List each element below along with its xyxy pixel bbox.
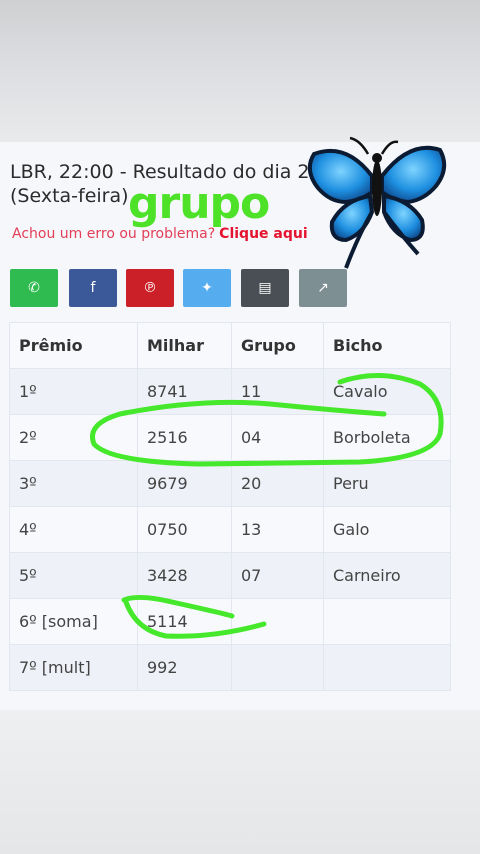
header-bicho: Bicho	[323, 322, 451, 369]
overlay-grupo-text: grupo	[128, 178, 270, 229]
header-milhar: Milhar	[137, 322, 232, 369]
facebook-icon: f	[90, 280, 96, 296]
table-row: 3º 9679 20 Peru	[9, 460, 451, 507]
cell-grupo: 13	[231, 506, 324, 553]
share-button[interactable]: ↗	[299, 269, 347, 307]
cell-milhar: 5114	[137, 598, 232, 645]
report-error-link[interactable]: Clique aqui	[219, 226, 307, 242]
cell-premio: 5º	[9, 552, 138, 599]
whatsapp-share-button[interactable]: ✆	[10, 269, 58, 307]
results-table: Prêmio Milhar Grupo Bicho 1º 8741 11 Cav…	[9, 322, 451, 691]
table-row: 2º 2516 04 Borboleta	[9, 414, 451, 461]
table-row: 5º 3428 07 Carneiro	[9, 552, 451, 599]
pinterest-share-button[interactable]: ℗	[126, 269, 174, 307]
print-button[interactable]: ▤	[241, 269, 289, 307]
report-error-line: Achou um erro ou problema? Clique aqui	[12, 226, 308, 242]
cell-bicho	[323, 598, 451, 645]
cell-bicho: Galo	[323, 506, 451, 553]
cell-premio: 7º [mult]	[9, 644, 138, 691]
facebook-share-button[interactable]: f	[69, 269, 117, 307]
header-premio: Prêmio	[9, 322, 138, 369]
cell-premio: 4º	[9, 506, 138, 553]
share-icon: ↗	[317, 280, 329, 296]
whatsapp-icon: ✆	[28, 280, 40, 296]
cell-grupo	[231, 644, 324, 691]
table-row: 4º 0750 13 Galo	[9, 506, 451, 553]
cell-milhar: 3428	[137, 552, 232, 599]
report-error-text: Achou um erro ou problema?	[12, 226, 216, 242]
cell-bicho: Borboleta	[323, 414, 451, 461]
cell-premio: 1º	[9, 368, 138, 415]
table-header-row: Prêmio Milhar Grupo Bicho	[9, 322, 451, 369]
cell-milhar: 992	[137, 644, 232, 691]
table-row: 6º [soma] 5114	[9, 598, 451, 645]
butterfly-icon	[307, 136, 447, 269]
cell-milhar: 8741	[137, 368, 232, 415]
table-row: 7º [mult] 992	[9, 644, 451, 691]
cell-bicho	[323, 644, 451, 691]
cell-grupo	[231, 598, 324, 645]
cell-milhar: 2516	[137, 414, 232, 461]
cell-grupo: 04	[231, 414, 324, 461]
cell-bicho: Cavalo	[323, 368, 451, 415]
cell-grupo: 07	[231, 552, 324, 599]
blurred-background-top	[0, 0, 480, 142]
header-grupo: Grupo	[231, 322, 324, 369]
cell-milhar: 9679	[137, 460, 232, 507]
cell-milhar: 0750	[137, 506, 232, 553]
cell-premio: 6º [soma]	[9, 598, 138, 645]
table-row: 1º 8741 11 Cavalo	[9, 368, 451, 415]
cell-premio: 2º	[9, 414, 138, 461]
cell-bicho: Carneiro	[323, 552, 451, 599]
pinterest-icon: ℗	[143, 280, 157, 296]
print-icon: ▤	[258, 280, 272, 296]
cell-bicho: Peru	[323, 460, 451, 507]
cell-grupo: 20	[231, 460, 324, 507]
cell-premio: 3º	[9, 460, 138, 507]
twitter-share-button[interactable]: ✦	[183, 269, 231, 307]
twitter-icon: ✦	[201, 280, 213, 296]
cell-grupo: 11	[231, 368, 324, 415]
